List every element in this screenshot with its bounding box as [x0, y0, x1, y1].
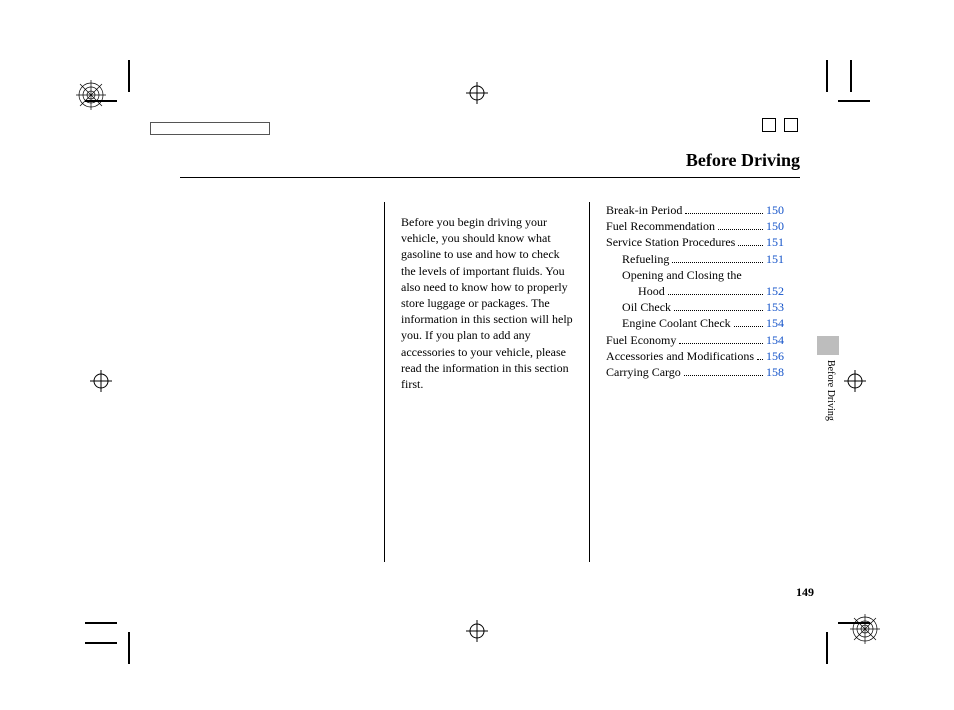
crop-mark	[128, 632, 130, 664]
section-title: Before Driving	[180, 150, 800, 171]
toc-leader-dots	[684, 375, 763, 376]
column-container: Before you begin driving your vehicle, y…	[180, 202, 800, 562]
toc-page-link[interactable]: 150	[766, 218, 784, 234]
toc-entry: Opening and Closing the	[606, 267, 784, 283]
registration-mark-icon	[466, 620, 488, 642]
intro-paragraph: Before you begin driving your vehicle, y…	[401, 214, 573, 392]
toc-page-link[interactable]: 151	[766, 234, 784, 250]
crop-mark	[826, 632, 828, 664]
toc-entry: Break-in Period 150	[606, 202, 784, 218]
toc-label: Hood	[638, 283, 665, 299]
crop-mark	[826, 60, 828, 92]
toc-label: Opening and Closing the	[622, 267, 742, 283]
title-rule	[180, 177, 800, 178]
toc-entry: Hood 152	[606, 283, 784, 299]
toc-leader-dots	[718, 229, 763, 230]
toc-label: Fuel Recommendation	[606, 218, 715, 234]
toc-leader-dots	[674, 310, 763, 311]
toc-page-link[interactable]: 158	[766, 364, 784, 380]
crop-mark	[85, 622, 117, 624]
thumb-tab	[817, 336, 839, 355]
toc-page-link[interactable]: 150	[766, 202, 784, 218]
toc-entry: Fuel Economy 154	[606, 332, 784, 348]
toc-page-link[interactable]: 151	[766, 251, 784, 267]
toc-label: Break-in Period	[606, 202, 682, 218]
toc-leader-dots	[685, 213, 763, 214]
page-content: Before Driving Before you begin driving …	[180, 150, 800, 580]
toc-leader-dots	[672, 262, 763, 263]
toc-leader-dots	[757, 359, 763, 360]
printer-square-mark	[762, 118, 776, 132]
column-blank-left	[180, 202, 384, 562]
registration-mark-icon	[90, 370, 112, 392]
toc-entry: Engine Coolant Check 154	[606, 315, 784, 331]
toc-label: Carrying Cargo	[606, 364, 681, 380]
toc-label: Engine Coolant Check	[622, 315, 731, 331]
toc-entry: Refueling 151	[606, 251, 784, 267]
toc-label: Oil Check	[622, 299, 671, 315]
toc-page-link[interactable]: 152	[766, 283, 784, 299]
toc-entry: Carrying Cargo 158	[606, 364, 784, 380]
crop-mark	[838, 100, 870, 102]
toc-label: Accessories and Modifications	[606, 348, 754, 364]
toc-leader-dots	[668, 294, 763, 295]
toc-page-link[interactable]: 154	[766, 332, 784, 348]
page-number: 149	[796, 585, 814, 600]
toc-entry: Service Station Procedures 151	[606, 234, 784, 250]
crop-mark	[128, 60, 130, 92]
crop-mark	[85, 642, 117, 644]
toc-entry: Fuel Recommendation 150	[606, 218, 784, 234]
registration-mark-icon	[844, 370, 866, 392]
printer-square-mark	[784, 118, 798, 132]
toc-page-link[interactable]: 154	[766, 315, 784, 331]
thumb-tab-label: Before Driving	[825, 360, 836, 421]
column-intro: Before you begin driving your vehicle, y…	[384, 202, 589, 562]
toc-leader-dots	[679, 343, 763, 344]
crop-mark	[850, 60, 852, 92]
toc-label: Fuel Economy	[606, 332, 676, 348]
toc-leader-dots	[738, 245, 763, 246]
toc-page-link[interactable]: 153	[766, 299, 784, 315]
column-toc: Break-in Period 150 Fuel Recommendation 150…	[589, 202, 800, 562]
registration-mark-icon	[466, 82, 488, 104]
registration-rosette-icon	[76, 80, 106, 110]
registration-rosette-icon	[850, 614, 880, 644]
toc-label: Refueling	[622, 251, 669, 267]
toc-page-link[interactable]: 156	[766, 348, 784, 364]
toc-entry: Oil Check 153	[606, 299, 784, 315]
toc-entry: Accessories and Modifications 156	[606, 348, 784, 364]
toc-label: Service Station Procedures	[606, 234, 735, 250]
printer-slug-box	[150, 122, 270, 135]
toc-leader-dots	[734, 326, 763, 327]
